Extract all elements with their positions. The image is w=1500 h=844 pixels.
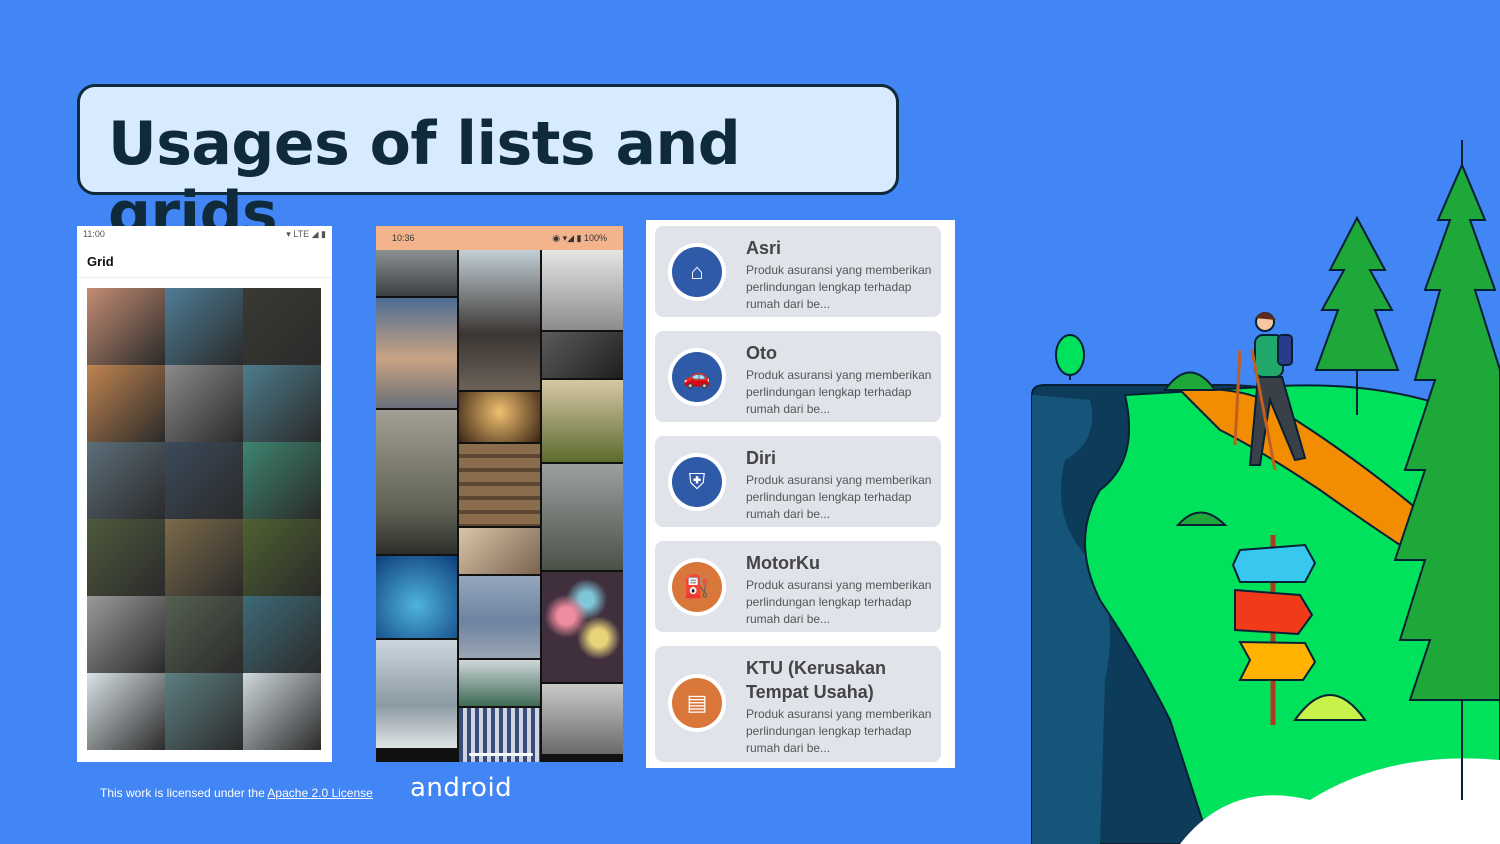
photo-tile[interactable] [165,596,243,673]
photo-tile [376,410,457,554]
staggered-column-2 [459,250,540,762]
product-name: MotorKu [746,553,820,573]
photo-tile [459,528,540,574]
grid-phone-screenshot: 11:00 ▾ LTE ◢ ▮ Grid [77,226,332,762]
staggered-column-1 [376,250,457,748]
license-link[interactable]: Apache 2.0 License [267,786,372,800]
photo-tile [376,250,457,296]
photo-tile [459,444,540,526]
gesture-nav-bar[interactable] [469,753,533,756]
status-icons: ◉ ▾◢ ▮ 100% [552,233,607,243]
photo-tile[interactable] [87,673,165,750]
photo-tile[interactable] [165,673,243,750]
status-bar: 10:36 ◉ ▾◢ ▮ 100% [376,226,623,250]
sapling [1055,334,1085,380]
license-text: This work is licensed under the [100,786,268,800]
status-time: 10:36 [392,233,415,243]
icon-badge: ▤ [668,674,726,732]
photo-tile [542,464,623,570]
icon-badge: ⛨ [668,453,726,511]
photo-tile[interactable] [165,288,243,365]
status-time: 11:00 [83,229,105,239]
card-text: Asri Produk asuransi yang memberikan perl… [746,236,933,313]
photo-tile[interactable] [243,519,321,596]
insurance-list-screenshot: ⌂ Asri Produk asuransi yang memberikan per… [646,220,955,768]
photo-tile[interactable] [87,288,165,365]
product-description: Produk asuransi yang memberikan perlindu… [746,578,932,626]
photo-tile [459,576,540,658]
store-icon: ▤ [672,678,722,728]
hiker-illustration [1031,140,1500,844]
photo-tile [542,684,623,754]
photo-tile [542,250,623,330]
product-name: Oto [746,343,777,363]
insurance-card[interactable]: 🚗 Oto Produk asuransi yang memberikan perl… [655,331,941,422]
insurance-card[interactable]: ⛨ Diri Produk asuransi yang memberikan per… [655,436,941,527]
photo-tile[interactable] [165,365,243,442]
app-bar-title: Grid [77,242,332,278]
photo-tile [542,572,623,682]
product-name: KTU (Kerusakan Tempat Usaha) [746,658,887,702]
photo-grid [87,288,321,750]
card-text: MotorKu Produk asuransi yang memberikan p… [746,551,933,628]
tree-large [1393,140,1500,800]
product-description: Produk asuransi yang memberikan perlindu… [746,368,932,416]
motorcycle-icon: ⛽ [672,562,722,612]
photo-tile [376,640,457,748]
photo-tile [542,380,623,462]
title-box: Usages of lists and grids [77,84,899,249]
car-icon: 🚗 [672,352,722,402]
photo-tile[interactable] [87,442,165,519]
icon-badge: ⛽ [668,558,726,616]
photo-tile[interactable] [243,673,321,750]
icon-badge: ⌂ [668,243,726,301]
bush [1163,371,1217,391]
photo-tile [459,660,540,706]
product-description: Produk asuransi yang memberikan perlindu… [746,473,932,521]
photo-tile[interactable] [165,442,243,519]
android-logo: android [410,773,513,803]
photo-tile [459,250,540,390]
card-text: KTU (Kerusakan Tempat Usaha) Produk asura… [746,656,933,757]
product-name: Diri [746,448,777,468]
product-name: Asri [746,238,782,258]
license-footer: This work is licensed under the Apache 2… [100,786,373,800]
product-description: Produk asuransi yang memberikan perlindu… [746,707,932,755]
insurance-card[interactable]: ⛽ MotorKu Produk asuransi yang memberikan … [655,541,941,632]
photo-tile[interactable] [87,365,165,442]
status-bar: 11:00 ▾ LTE ◢ ▮ [77,226,332,242]
photo-tile [376,298,457,408]
staggered-grid-phone-screenshot: 10:36 ◉ ▾◢ ▮ 100% [376,226,623,762]
product-description: Produk asuransi yang memberikan perlindu… [746,263,932,311]
insurance-card[interactable]: ▤ KTU (Kerusakan Tempat Usaha) Produk asur… [655,646,941,762]
card-text: Diri Produk asuransi yang memberikan perl… [746,446,933,523]
card-text: Oto Produk asuransi yang memberikan perli… [746,341,933,418]
photo-tile[interactable] [243,596,321,673]
status-icons: ▾ LTE ◢ ▮ [286,229,326,239]
photo-tile [376,556,457,638]
home-icon: ⌂ [672,247,722,297]
photo-tile[interactable] [243,442,321,519]
photo-tile[interactable] [87,596,165,673]
insurance-card[interactable]: ⌂ Asri Produk asuransi yang memberikan per… [655,226,941,317]
icon-badge: 🚗 [668,348,726,406]
photo-tile[interactable] [87,519,165,596]
photo-tile [459,392,540,442]
photo-tile[interactable] [243,288,321,365]
staggered-column-3 [542,250,623,754]
person-shield-icon: ⛨ [672,457,722,507]
photo-tile [542,332,623,378]
photo-tile[interactable] [165,519,243,596]
photo-tile[interactable] [243,365,321,442]
